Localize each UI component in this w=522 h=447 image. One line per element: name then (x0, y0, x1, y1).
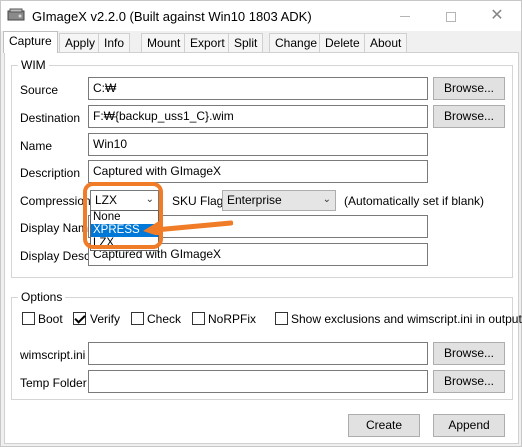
tab-about[interactable]: About (364, 33, 408, 52)
source-browse-button[interactable]: Browse... (433, 77, 505, 100)
annotation-arrow-icon (143, 220, 233, 235)
verify-checkbox[interactable] (73, 312, 86, 325)
wimscript-label: wimscript.ini (20, 348, 86, 362)
boot-checkbox[interactable] (22, 312, 35, 325)
display-desc-label: Display Desc. (20, 249, 94, 263)
tab-export[interactable]: Export (184, 33, 231, 52)
sku-flag-select[interactable]: Enterprise ⌄ (222, 190, 336, 211)
temp-folder-browse-button[interactable]: Browse... (433, 370, 505, 393)
append-button[interactable]: Append (433, 414, 505, 437)
wim-group-label: WIM (18, 58, 49, 72)
wimscript-input[interactable] (88, 342, 428, 365)
wimscript-browse-button[interactable]: Browse... (433, 342, 505, 365)
temp-folder-label: Temp Folder (20, 376, 87, 390)
create-button[interactable]: Create (348, 414, 420, 437)
tab-change[interactable]: Change (269, 33, 324, 52)
sku-hint: (Automatically set if blank) (344, 194, 485, 208)
sku-flag-label: SKU Flag (172, 194, 224, 208)
maximize-button[interactable] (429, 1, 473, 31)
chevron-down-icon: ⌄ (322, 194, 331, 205)
destination-label: Destination (20, 111, 81, 125)
tab-capture[interactable]: Capture (3, 31, 58, 53)
tab-mount[interactable]: Mount (141, 33, 187, 52)
exclusions-label: Show exclusions and wimscript.ini in out… (291, 312, 522, 326)
tab-split[interactable]: Split (228, 33, 264, 52)
check-label: Check (147, 312, 182, 326)
description-input[interactable]: Captured with GImageX (88, 160, 428, 183)
norpfix-label: NoRPFix (208, 312, 257, 326)
compression-label: Compression (20, 194, 91, 208)
tab-apply[interactable]: Apply (59, 33, 102, 52)
close-icon: ✕ (490, 7, 504, 24)
temp-folder-input[interactable] (88, 370, 428, 393)
close-button[interactable]: ✕ (475, 1, 519, 31)
gimagex-window: GImageX v2.2.0 (Built against Win10 1803… (0, 0, 522, 447)
name-input[interactable]: Win10 (88, 133, 428, 156)
app-icon (7, 8, 25, 21)
minimize-button[interactable] (383, 1, 427, 31)
source-input[interactable]: C:₩ (88, 77, 428, 100)
norpfix-checkbox[interactable] (192, 312, 205, 325)
destination-input[interactable]: F:₩{backup_uss1_C}.wim (88, 105, 428, 128)
check-checkbox[interactable] (131, 312, 144, 325)
source-label: Source (20, 83, 59, 97)
verify-label: Verify (90, 312, 121, 326)
description-label: Description (20, 166, 81, 180)
boot-label: Boot (38, 312, 63, 326)
destination-browse-button[interactable]: Browse... (433, 105, 505, 128)
sku-flag-value: Enterprise (227, 193, 282, 207)
options-group-label: Options (18, 290, 66, 304)
name-label: Name (20, 139, 53, 153)
title-bar: GImageX v2.2.0 (Built against Win10 1803… (1, 1, 521, 31)
window-title: GImageX v2.2.0 (Built against Win10 1803… (32, 9, 312, 24)
maximize-icon (446, 11, 456, 22)
tab-delete[interactable]: Delete (319, 33, 366, 52)
exclusions-checkbox[interactable] (275, 312, 288, 325)
minimize-icon (400, 16, 410, 18)
tab-info[interactable]: Info (98, 33, 131, 52)
